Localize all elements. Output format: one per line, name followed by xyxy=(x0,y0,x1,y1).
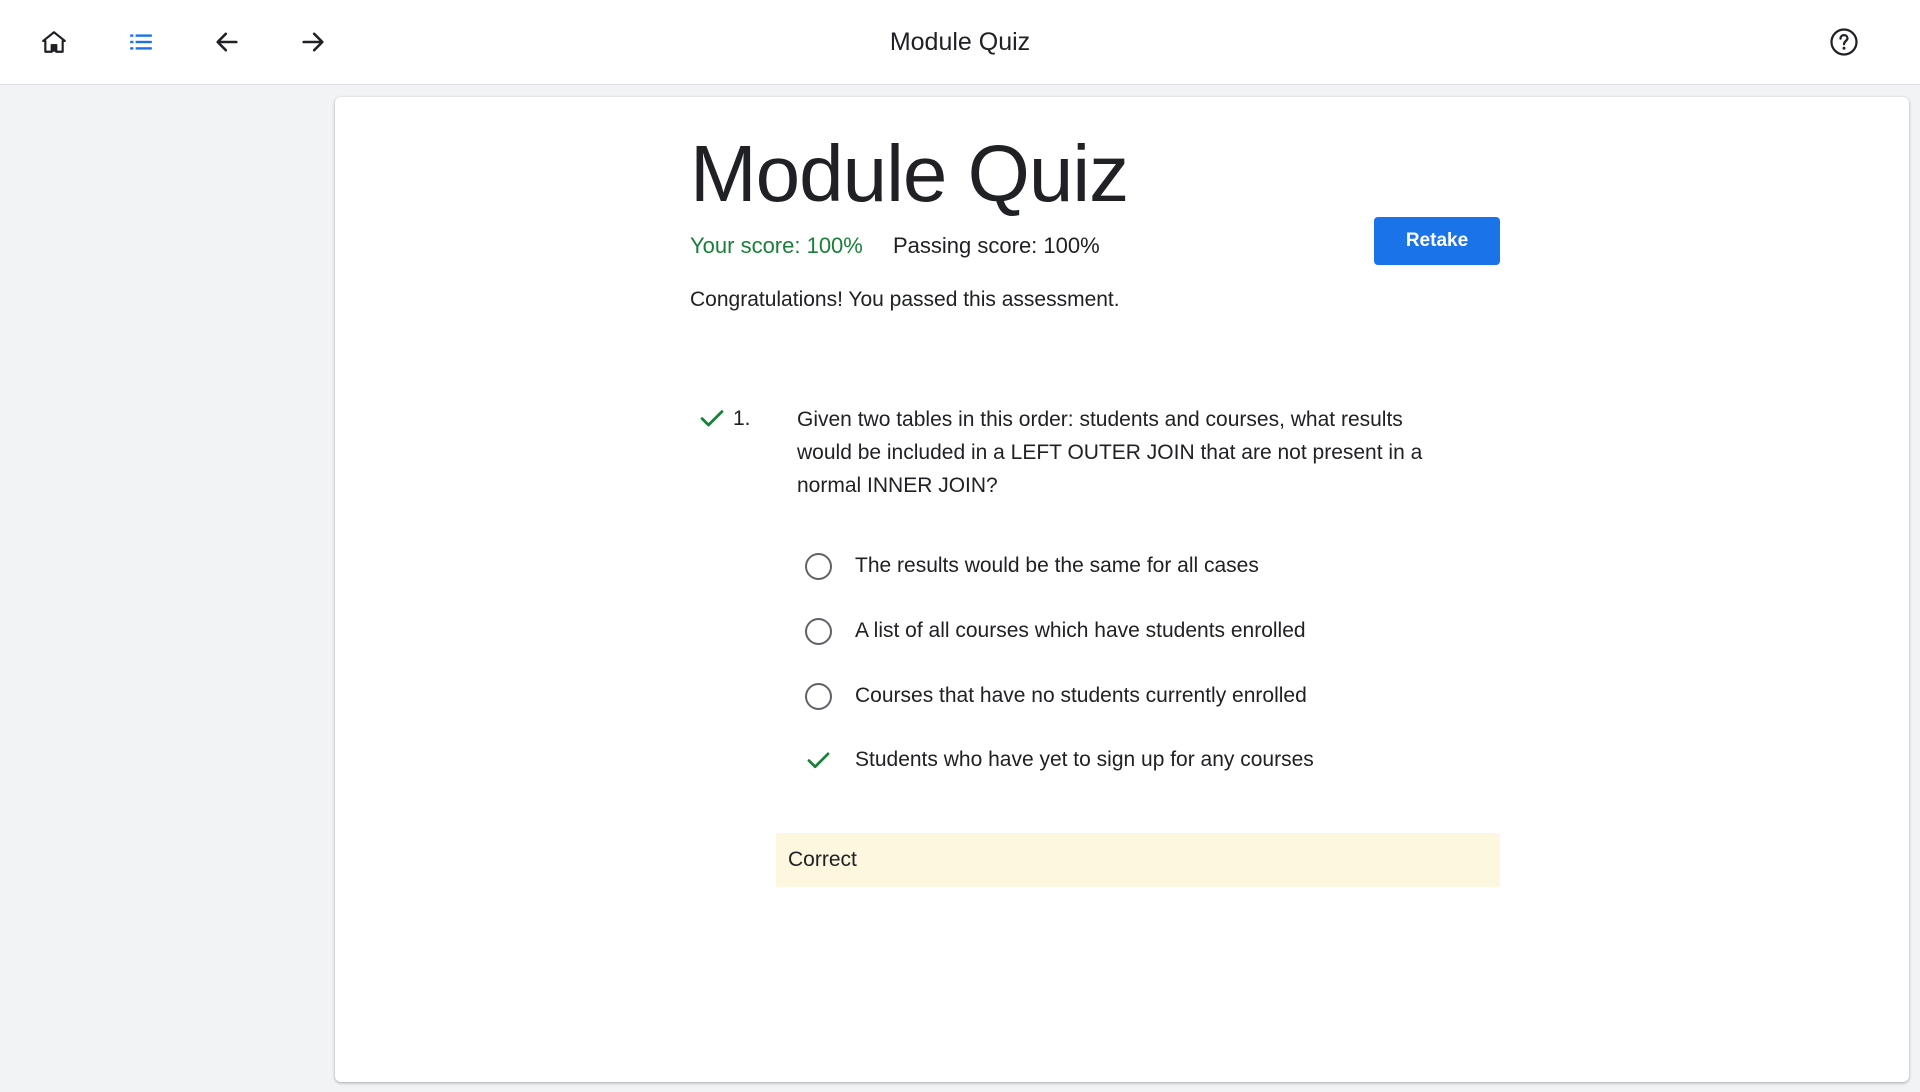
page-title: Module Quiz xyxy=(690,129,1129,218)
question-number: 1. xyxy=(733,407,751,430)
option-label: The results would be the same for all ca… xyxy=(855,554,1259,577)
answer-option[interactable]: Courses that have no students currently … xyxy=(805,679,1425,713)
topbar-title: Module Quiz xyxy=(889,28,1031,56)
your-score: Your score: 100% xyxy=(690,233,863,258)
feedback-text: Correct xyxy=(788,848,857,871)
answer-option[interactable]: A list of all courses which have student… xyxy=(805,614,1425,648)
help-button[interactable] xyxy=(1822,20,1866,64)
passing-score: Passing score: 100% xyxy=(893,233,1100,258)
radio-button[interactable] xyxy=(805,552,832,580)
option-label: Courses that have no students currently … xyxy=(855,684,1307,707)
answer-option-selected[interactable]: Students who have yet to sign up for any… xyxy=(805,743,1425,777)
quiz-card xyxy=(335,97,1909,1082)
option-label: A list of all courses which have student… xyxy=(855,619,1306,642)
help-icon xyxy=(1830,28,1858,56)
feedback-box: Correct xyxy=(776,833,1500,887)
retake-button[interactable]: Retake xyxy=(1374,217,1500,265)
correct-check-icon xyxy=(700,410,724,427)
result-message: Congratulations! You passed this assessm… xyxy=(690,288,1120,311)
radio-button[interactable] xyxy=(805,682,832,710)
option-label: Students who have yet to sign up for any… xyxy=(855,748,1314,771)
question-text: Given two tables in this order: students… xyxy=(797,408,1423,497)
answer-option[interactable]: The results would be the same for all ca… xyxy=(805,549,1425,583)
selected-check-icon xyxy=(805,747,832,774)
radio-button[interactable] xyxy=(805,617,832,645)
top-bar: Module Quiz xyxy=(0,0,1920,85)
